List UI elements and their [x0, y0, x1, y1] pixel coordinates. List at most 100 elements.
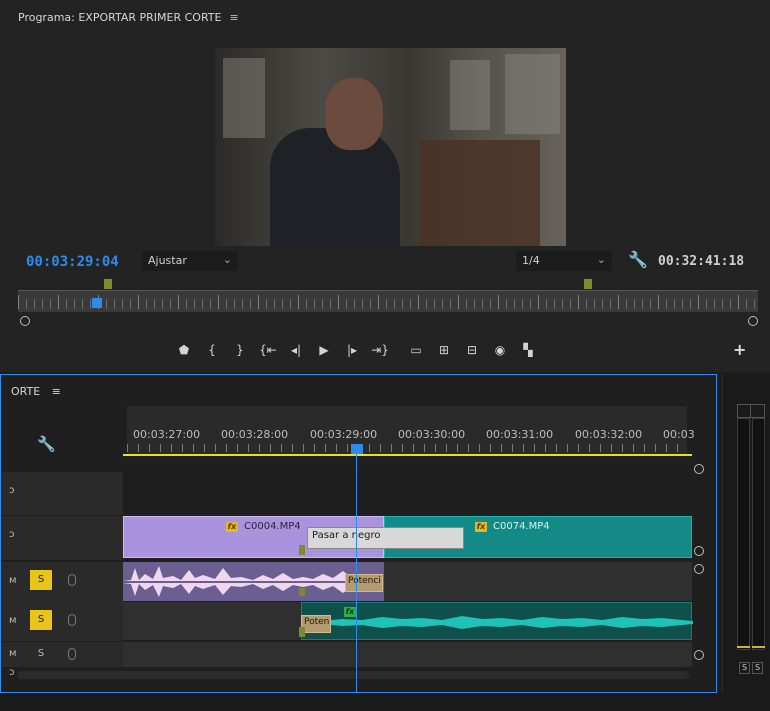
keyframe-marker-icon[interactable] — [299, 545, 305, 555]
resolution-select[interactable]: 1/4 ⌄ — [516, 251, 612, 271]
microphone-icon[interactable] — [68, 614, 76, 626]
timeline-panel: ORTE ≡ 🔧 00:03:27:00 00:03:28:00 00:03:2… — [0, 374, 717, 693]
solo-button-a2[interactable]: S — [30, 610, 52, 630]
timeline-settings-wrench-icon[interactable]: 🔧 — [37, 435, 56, 453]
add-button[interactable]: + — [733, 340, 746, 359]
video-window-left — [223, 58, 265, 138]
transition-label: Pasar a negro — [312, 530, 381, 541]
video-window-right — [450, 60, 490, 130]
timeline-ruler-ticks — [127, 444, 687, 452]
meter-level-right — [752, 646, 765, 648]
track-a3[interactable] — [123, 642, 692, 667]
timeline-playhead-line — [356, 454, 357, 692]
meter-peak-box — [737, 404, 765, 418]
track-header-v2[interactable]: ɔ — [1, 472, 123, 515]
fx-badge[interactable]: fx — [226, 522, 238, 532]
program-title-text: Programa: EXPORTAR PRIMER CORTE — [18, 11, 222, 24]
track-header-a1[interactable]: ᴍ S — [1, 562, 123, 602]
export-frame-button[interactable]: ◉ — [486, 340, 514, 360]
program-time-ruler[interactable] — [18, 290, 758, 312]
fit-select-value: Ajustar — [148, 254, 187, 267]
ruler-label: 00:03:31:00 — [486, 428, 554, 441]
audio-waveform — [302, 616, 693, 629]
lift-button[interactable]: ▭ — [402, 340, 430, 360]
track-toggle-icon[interactable]: ᴍ — [9, 648, 17, 659]
comparison-view-button[interactable]: ▚ — [514, 340, 542, 360]
bottom-bar — [0, 693, 770, 711]
chevron-down-icon: ⌄ — [596, 253, 606, 266]
ruler-label: 00:03:27:00 — [133, 428, 201, 441]
panel-menu-icon[interactable]: ≡ — [52, 385, 61, 398]
track-toggle-icon[interactable]: ᴍ — [9, 615, 17, 626]
transition-fade-to-black[interactable]: Pasar a negro — [307, 527, 464, 549]
program-monitor-title[interactable]: Programa: EXPORTAR PRIMER CORTE ≡ — [18, 11, 239, 24]
mark-in-button[interactable]: { — [198, 340, 226, 360]
track-v2[interactable] — [123, 472, 692, 515]
track-scroll-handle[interactable] — [694, 650, 704, 660]
go-to-out-button[interactable]: ⇥} — [366, 340, 394, 360]
step-back-button[interactable]: ◂| — [282, 340, 310, 360]
chevron-down-icon: ⌄ — [222, 253, 232, 266]
track-header-v1[interactable]: ɔ — [1, 516, 123, 560]
meter-level-left — [737, 646, 750, 648]
track-header-a2[interactable]: ᴍ S — [1, 602, 123, 641]
microphone-icon[interactable] — [68, 574, 76, 586]
marker-icon[interactable] — [584, 279, 592, 289]
marker-icon[interactable] — [104, 279, 112, 289]
fx-badge[interactable]: fx — [344, 607, 356, 617]
keyframe-marker-icon[interactable] — [299, 627, 305, 637]
meter-rail-left — [737, 418, 750, 650]
zoom-handle-left[interactable] — [20, 316, 30, 326]
ruler-label: 00:03:30:00 — [398, 428, 466, 441]
video-door — [420, 140, 540, 246]
audio-transition-a2[interactable]: Poten — [301, 615, 331, 633]
track-header-a3[interactable]: ᴍ S — [1, 642, 123, 667]
track-toggle-icon[interactable]: ᴍ — [9, 575, 17, 586]
audio-track-a1-empty[interactable] — [384, 562, 692, 601]
current-timecode[interactable]: 00:03:29:04 — [26, 254, 119, 270]
step-forward-button[interactable]: |▸ — [338, 340, 366, 360]
timeline-ruler[interactable]: 00:03:27:00 00:03:28:00 00:03:29:00 00:0… — [127, 406, 695, 454]
meter-rail-right — [752, 418, 765, 650]
overwrite-button[interactable]: ⊟ — [458, 340, 486, 360]
audio-track-a2-empty[interactable] — [123, 602, 301, 640]
microphone-icon[interactable] — [68, 648, 76, 660]
keyframe-marker-icon[interactable] — [299, 588, 305, 596]
go-to-in-button[interactable]: {⇤ — [254, 340, 282, 360]
meter-solo-left[interactable]: S — [739, 662, 750, 674]
duration-timecode: 00:32:41:18 — [658, 254, 745, 269]
track-scroll-handle[interactable] — [694, 546, 704, 556]
clip-name: C0004.MP4 — [244, 521, 301, 532]
zoom-handle-right[interactable] — [748, 316, 758, 326]
meter-solo-right[interactable]: S — [752, 662, 763, 674]
ruler-label: 00:03:32:00 — [575, 428, 643, 441]
transition-label: Potenci — [348, 576, 381, 586]
program-playhead[interactable] — [92, 298, 102, 308]
play-button[interactable]: ▶ — [310, 340, 338, 360]
work-area-bar[interactable] — [123, 454, 692, 456]
solo-button-a3[interactable]: S — [30, 644, 52, 664]
audio-transition-a1[interactable]: Potenci — [345, 574, 383, 592]
extract-button[interactable]: ⊞ — [430, 340, 458, 360]
clip-name: C0074.MP4 — [493, 521, 550, 532]
mark-out-button[interactable]: } — [226, 340, 254, 360]
audio-clip-a2[interactable]: fx — [301, 602, 693, 640]
sequence-tab-label: ORTE — [11, 385, 41, 398]
ruler-label: 00:03 — [663, 428, 695, 441]
settings-wrench-icon[interactable]: 🔧 — [628, 250, 648, 269]
add-marker-button[interactable]: ⬟ — [170, 340, 198, 360]
track-scroll-handle[interactable] — [694, 464, 704, 474]
track-toggle-icon[interactable]: ɔ — [9, 529, 15, 540]
track-toggle-icon[interactable]: ɔ — [9, 667, 15, 678]
track-toggle-icon[interactable]: ɔ — [9, 485, 15, 496]
fit-select[interactable]: Ajustar ⌄ — [142, 251, 238, 271]
timeline-horizontal-scrollbar[interactable] — [17, 671, 689, 679]
solo-button-a1[interactable]: S — [30, 570, 52, 590]
panel-menu-icon[interactable]: ≡ — [229, 11, 238, 24]
fx-badge[interactable]: fx — [475, 522, 487, 532]
timeline-playhead[interactable] — [351, 444, 363, 454]
track-scroll-handle[interactable] — [694, 564, 704, 574]
sequence-tab[interactable]: ORTE ≡ — [11, 385, 61, 398]
audio-meters-panel: S S — [722, 374, 770, 693]
video-window-far — [505, 54, 560, 134]
